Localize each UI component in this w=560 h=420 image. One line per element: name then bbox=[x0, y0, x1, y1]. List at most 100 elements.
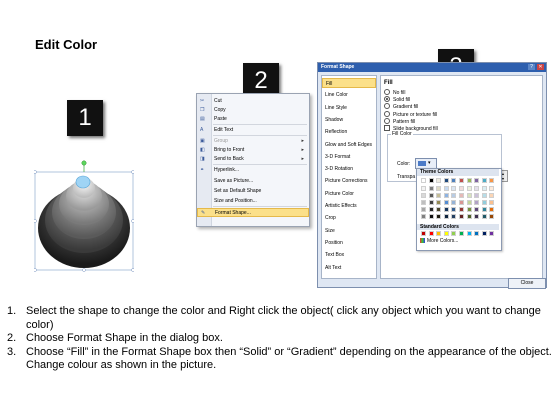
theme-color-shade-swatch[interactable] bbox=[443, 193, 449, 198]
theme-color-swatch[interactable] bbox=[474, 178, 480, 183]
theme-color-shade-swatch[interactable] bbox=[474, 207, 480, 212]
theme-color-shade-swatch[interactable] bbox=[451, 186, 457, 191]
radio-button[interactable] bbox=[384, 89, 390, 95]
sidebar-item-picture-corrections[interactable]: Picture Corrections bbox=[322, 176, 376, 186]
theme-color-shade-swatch[interactable] bbox=[443, 200, 449, 205]
sidebar-item-3-d-rotation[interactable]: 3-D Rotation bbox=[322, 164, 376, 174]
theme-color-swatch[interactable] bbox=[481, 178, 487, 183]
theme-color-shade-swatch[interactable] bbox=[466, 186, 472, 191]
theme-color-shade-swatch[interactable] bbox=[481, 193, 487, 198]
sidebar-item-line-color[interactable]: Line Color bbox=[322, 90, 376, 100]
theme-color-shade-swatch[interactable] bbox=[459, 214, 464, 219]
sidebar-item-crop[interactable]: Crop bbox=[322, 213, 376, 223]
sidebar-item-fill[interactable]: Fill bbox=[322, 78, 376, 88]
theme-color-shade-swatch[interactable] bbox=[489, 200, 495, 205]
theme-color-shade-swatch[interactable] bbox=[421, 207, 426, 212]
standard-color-swatch[interactable] bbox=[459, 231, 464, 236]
sidebar-item-reflection[interactable]: Reflection bbox=[322, 127, 376, 137]
theme-color-shade-swatch[interactable] bbox=[428, 200, 434, 205]
theme-color-shade-swatch[interactable] bbox=[451, 200, 457, 205]
theme-color-shade-swatch[interactable] bbox=[421, 186, 426, 191]
theme-color-shade-swatch[interactable] bbox=[474, 214, 480, 219]
theme-color-swatch[interactable] bbox=[489, 178, 495, 183]
theme-color-shade-swatch[interactable] bbox=[436, 214, 442, 219]
radio-gradient-fill[interactable]: Gradient fill bbox=[384, 103, 418, 110]
radio-button[interactable] bbox=[384, 110, 390, 117]
radio-solid-fill[interactable]: Solid fill bbox=[384, 96, 410, 103]
sidebar-item-size[interactable]: Size bbox=[322, 226, 376, 236]
menu-item-cut[interactable]: ✂ Cut bbox=[197, 97, 309, 106]
theme-color-swatch[interactable] bbox=[466, 178, 472, 183]
menu-item-send-to-back[interactable]: ◨ Send to Back ▸ bbox=[197, 155, 309, 164]
theme-color-swatch[interactable] bbox=[443, 178, 449, 183]
sidebar-item-line-style[interactable]: Line Style bbox=[322, 103, 376, 113]
theme-color-shade-swatch[interactable] bbox=[466, 207, 472, 212]
sidebar-item-glow-and-soft-edges[interactable]: Glow and Soft Edges bbox=[322, 140, 376, 150]
theme-color-shade-swatch[interactable] bbox=[459, 186, 464, 191]
close-icon[interactable]: ✕ bbox=[537, 64, 544, 70]
menu-item-set-as-default-shape[interactable]: Set as Default Shape bbox=[197, 187, 309, 196]
theme-color-shade-swatch[interactable] bbox=[481, 186, 487, 191]
theme-color-shade-swatch[interactable] bbox=[436, 207, 442, 212]
sidebar-item-alt-text[interactable]: Alt Text bbox=[322, 263, 376, 273]
theme-color-shade-swatch[interactable] bbox=[466, 214, 472, 219]
theme-color-shade-swatch[interactable] bbox=[428, 186, 434, 191]
menu-item-bring-to-front[interactable]: ◧ Bring to Front ▸ bbox=[197, 146, 309, 155]
theme-color-shade-swatch[interactable] bbox=[443, 186, 449, 191]
theme-color-shade-swatch[interactable] bbox=[489, 193, 495, 198]
more-colors-item[interactable]: More Colors... bbox=[420, 238, 458, 245]
theme-color-shade-swatch[interactable] bbox=[474, 200, 480, 205]
theme-color-swatch[interactable] bbox=[451, 178, 457, 183]
sidebar-item-text-box[interactable]: Text Box bbox=[322, 250, 376, 260]
dialog-title-bar[interactable]: Format Shape ? ✕ bbox=[318, 63, 546, 72]
theme-color-shade-swatch[interactable] bbox=[451, 214, 457, 219]
standard-color-swatch[interactable] bbox=[428, 231, 434, 236]
selected-shape[interactable] bbox=[33, 160, 135, 272]
standard-color-swatch[interactable] bbox=[443, 231, 449, 236]
menu-item-paste[interactable]: ▤ Paste bbox=[197, 115, 309, 124]
theme-color-shade-swatch[interactable] bbox=[474, 186, 480, 191]
menu-item-format-shape[interactable]: ✎ Format Shape... bbox=[197, 208, 309, 217]
theme-color-shade-swatch[interactable] bbox=[489, 207, 495, 212]
theme-color-shade-swatch[interactable] bbox=[481, 214, 487, 219]
theme-color-shade-swatch[interactable] bbox=[421, 214, 426, 219]
theme-color-shade-swatch[interactable] bbox=[474, 193, 480, 198]
theme-color-shade-swatch[interactable] bbox=[459, 207, 464, 212]
theme-color-shade-swatch[interactable] bbox=[459, 200, 464, 205]
theme-color-shade-swatch[interactable] bbox=[481, 207, 487, 212]
menu-item-copy[interactable]: ❐ Copy bbox=[197, 106, 309, 115]
theme-color-shade-swatch[interactable] bbox=[451, 193, 457, 198]
radio-picture-or-texture-fill[interactable]: Picture or texture fill bbox=[384, 110, 437, 118]
standard-color-swatch[interactable] bbox=[466, 231, 472, 236]
menu-item-group[interactable]: ▣ Group ▸ bbox=[197, 137, 309, 146]
theme-color-shade-swatch[interactable] bbox=[436, 200, 442, 205]
theme-color-shade-swatch[interactable] bbox=[466, 200, 472, 205]
theme-color-shade-swatch[interactable] bbox=[421, 193, 426, 198]
theme-color-shade-swatch[interactable] bbox=[421, 200, 426, 205]
standard-color-swatch[interactable] bbox=[436, 231, 442, 236]
radio-button[interactable] bbox=[384, 96, 390, 103]
theme-color-shade-swatch[interactable] bbox=[489, 186, 495, 191]
radio-pattern-fill[interactable]: Pattern fill bbox=[384, 117, 415, 125]
theme-color-shade-swatch[interactable] bbox=[459, 193, 464, 198]
menu-item-edit-text[interactable]: A Edit Text bbox=[197, 126, 309, 135]
standard-color-swatch[interactable] bbox=[489, 231, 495, 236]
standard-color-swatch[interactable] bbox=[421, 231, 426, 236]
standard-color-swatch[interactable] bbox=[474, 231, 480, 236]
theme-color-shade-swatch[interactable] bbox=[428, 214, 434, 219]
theme-color-shade-swatch[interactable] bbox=[481, 200, 487, 205]
standard-color-swatch[interactable] bbox=[481, 231, 487, 236]
theme-color-shade-swatch[interactable] bbox=[436, 193, 442, 198]
menu-item-size-and-position[interactable]: Size and Position... bbox=[197, 197, 309, 206]
radio-no-fill[interactable]: No fill bbox=[384, 89, 406, 96]
menu-item-save-as-picture[interactable]: Save as Picture... bbox=[197, 177, 309, 186]
theme-color-shade-swatch[interactable] bbox=[451, 207, 457, 212]
theme-color-shade-swatch[interactable] bbox=[466, 193, 472, 198]
sidebar-item-3-d-format[interactable]: 3-D Format bbox=[322, 152, 376, 162]
sidebar-item-picture-color[interactable]: Picture Color bbox=[322, 189, 376, 199]
menu-item-hyperlink[interactable]: ⚭ Hyperlink... bbox=[197, 166, 309, 175]
checkbox[interactable] bbox=[384, 125, 390, 131]
theme-color-shade-swatch[interactable] bbox=[428, 207, 434, 212]
theme-color-shade-swatch[interactable] bbox=[428, 193, 434, 198]
theme-color-shade-swatch[interactable] bbox=[443, 214, 449, 219]
